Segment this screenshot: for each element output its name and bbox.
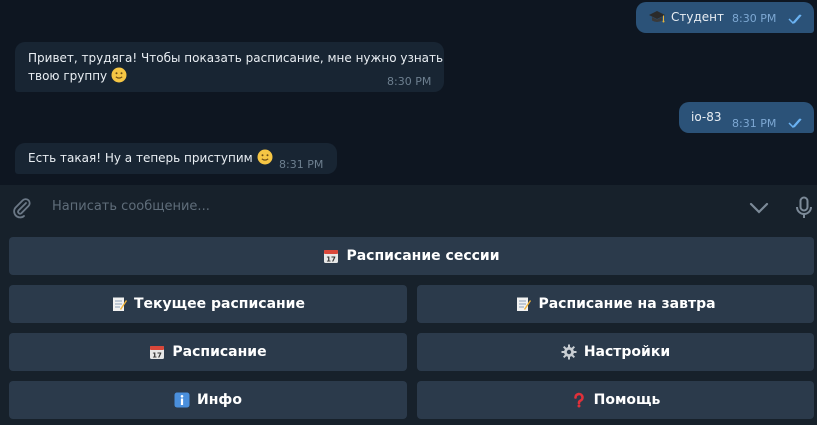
tomorrow-schedule-button[interactable]: Расписание на завтра: [417, 285, 814, 323]
help-label: Помощь: [593, 392, 661, 408]
smiling-face-emoji: [111, 67, 127, 83]
read-checkmarks-icon: [788, 118, 802, 129]
message-input[interactable]: Написать сообщение...: [52, 199, 210, 214]
message-bubble-incoming[interactable]: Есть такая! Ну а теперь приступим 8:31 P…: [15, 143, 337, 174]
message-text: Есть такая! Ну а теперь приступим: [28, 149, 273, 167]
help-button[interactable]: Помощь: [417, 381, 814, 419]
message-bubble-incoming[interactable]: Привет, трудяга! Чтобы показать расписан…: [15, 42, 444, 92]
settings-button[interactable]: Настройки: [417, 333, 814, 371]
info-button[interactable]: Инфо: [9, 381, 407, 419]
svg-text:17: 17: [327, 256, 337, 264]
microphone-icon[interactable]: [794, 196, 814, 220]
calendar-icon: 17: [324, 250, 339, 264]
message-bubble-outgoing[interactable]: io-83 8:31 PM: [679, 102, 814, 133]
message-time: 8:31 PM: [732, 117, 777, 130]
message-text-line-1: Привет, трудяга! Чтобы показать расписан…: [28, 51, 444, 65]
message-list[interactable]: Студент 8:30 PM Привет, трудяга! Чтобы п…: [0, 0, 817, 185]
telegram-chat-window: Студент 8:30 PM Привет, трудяга! Чтобы п…: [0, 0, 817, 425]
message-text-line-2: твою группу: [28, 67, 127, 85]
schedule-label: Расписание: [172, 344, 267, 360]
info-icon: [174, 392, 190, 408]
message-time: 8:30 PM: [732, 12, 777, 25]
question-mark-icon: [573, 392, 584, 408]
message-text-line-2-label: твою группу: [28, 69, 108, 83]
read-checkmarks-icon: [788, 14, 802, 25]
smiling-face-emoji: [257, 149, 273, 165]
chevron-down-icon[interactable]: [749, 201, 769, 215]
tomorrow-schedule-label: Расписание на завтра: [538, 296, 716, 312]
message-composer: Написать сообщение...: [0, 185, 817, 232]
session-schedule-button[interactable]: 17 Расписание сессии: [9, 237, 814, 275]
current-schedule-label: Текущее расписание: [134, 296, 305, 312]
svg-text:17: 17: [153, 352, 163, 360]
bot-reply-keyboard: 17 Расписание сессии Текущее расписание: [0, 232, 817, 425]
calendar-icon: 17: [150, 346, 165, 360]
memo-icon: [113, 297, 127, 311]
info-label: Инфо: [197, 392, 242, 408]
message-time: 8:31 PM: [279, 158, 324, 171]
message-text-label: Есть такая! Ну а теперь приступим: [28, 151, 253, 165]
message-text: io-83: [691, 110, 722, 124]
paperclip-icon[interactable]: [11, 197, 33, 219]
settings-label: Настройки: [583, 344, 671, 360]
schedule-button[interactable]: 17 Расписание: [9, 333, 407, 371]
graduation-cap-emoji: [649, 11, 665, 23]
message-text: Студент: [671, 10, 724, 24]
session-schedule-label: Расписание сессии: [346, 248, 500, 264]
gear-icon: [561, 344, 577, 360]
memo-icon: [517, 297, 532, 311]
message-time: 8:30 PM: [387, 75, 432, 88]
message-bubble-outgoing[interactable]: Студент 8:30 PM: [636, 2, 814, 33]
current-schedule-button[interactable]: Текущее расписание: [9, 285, 407, 323]
